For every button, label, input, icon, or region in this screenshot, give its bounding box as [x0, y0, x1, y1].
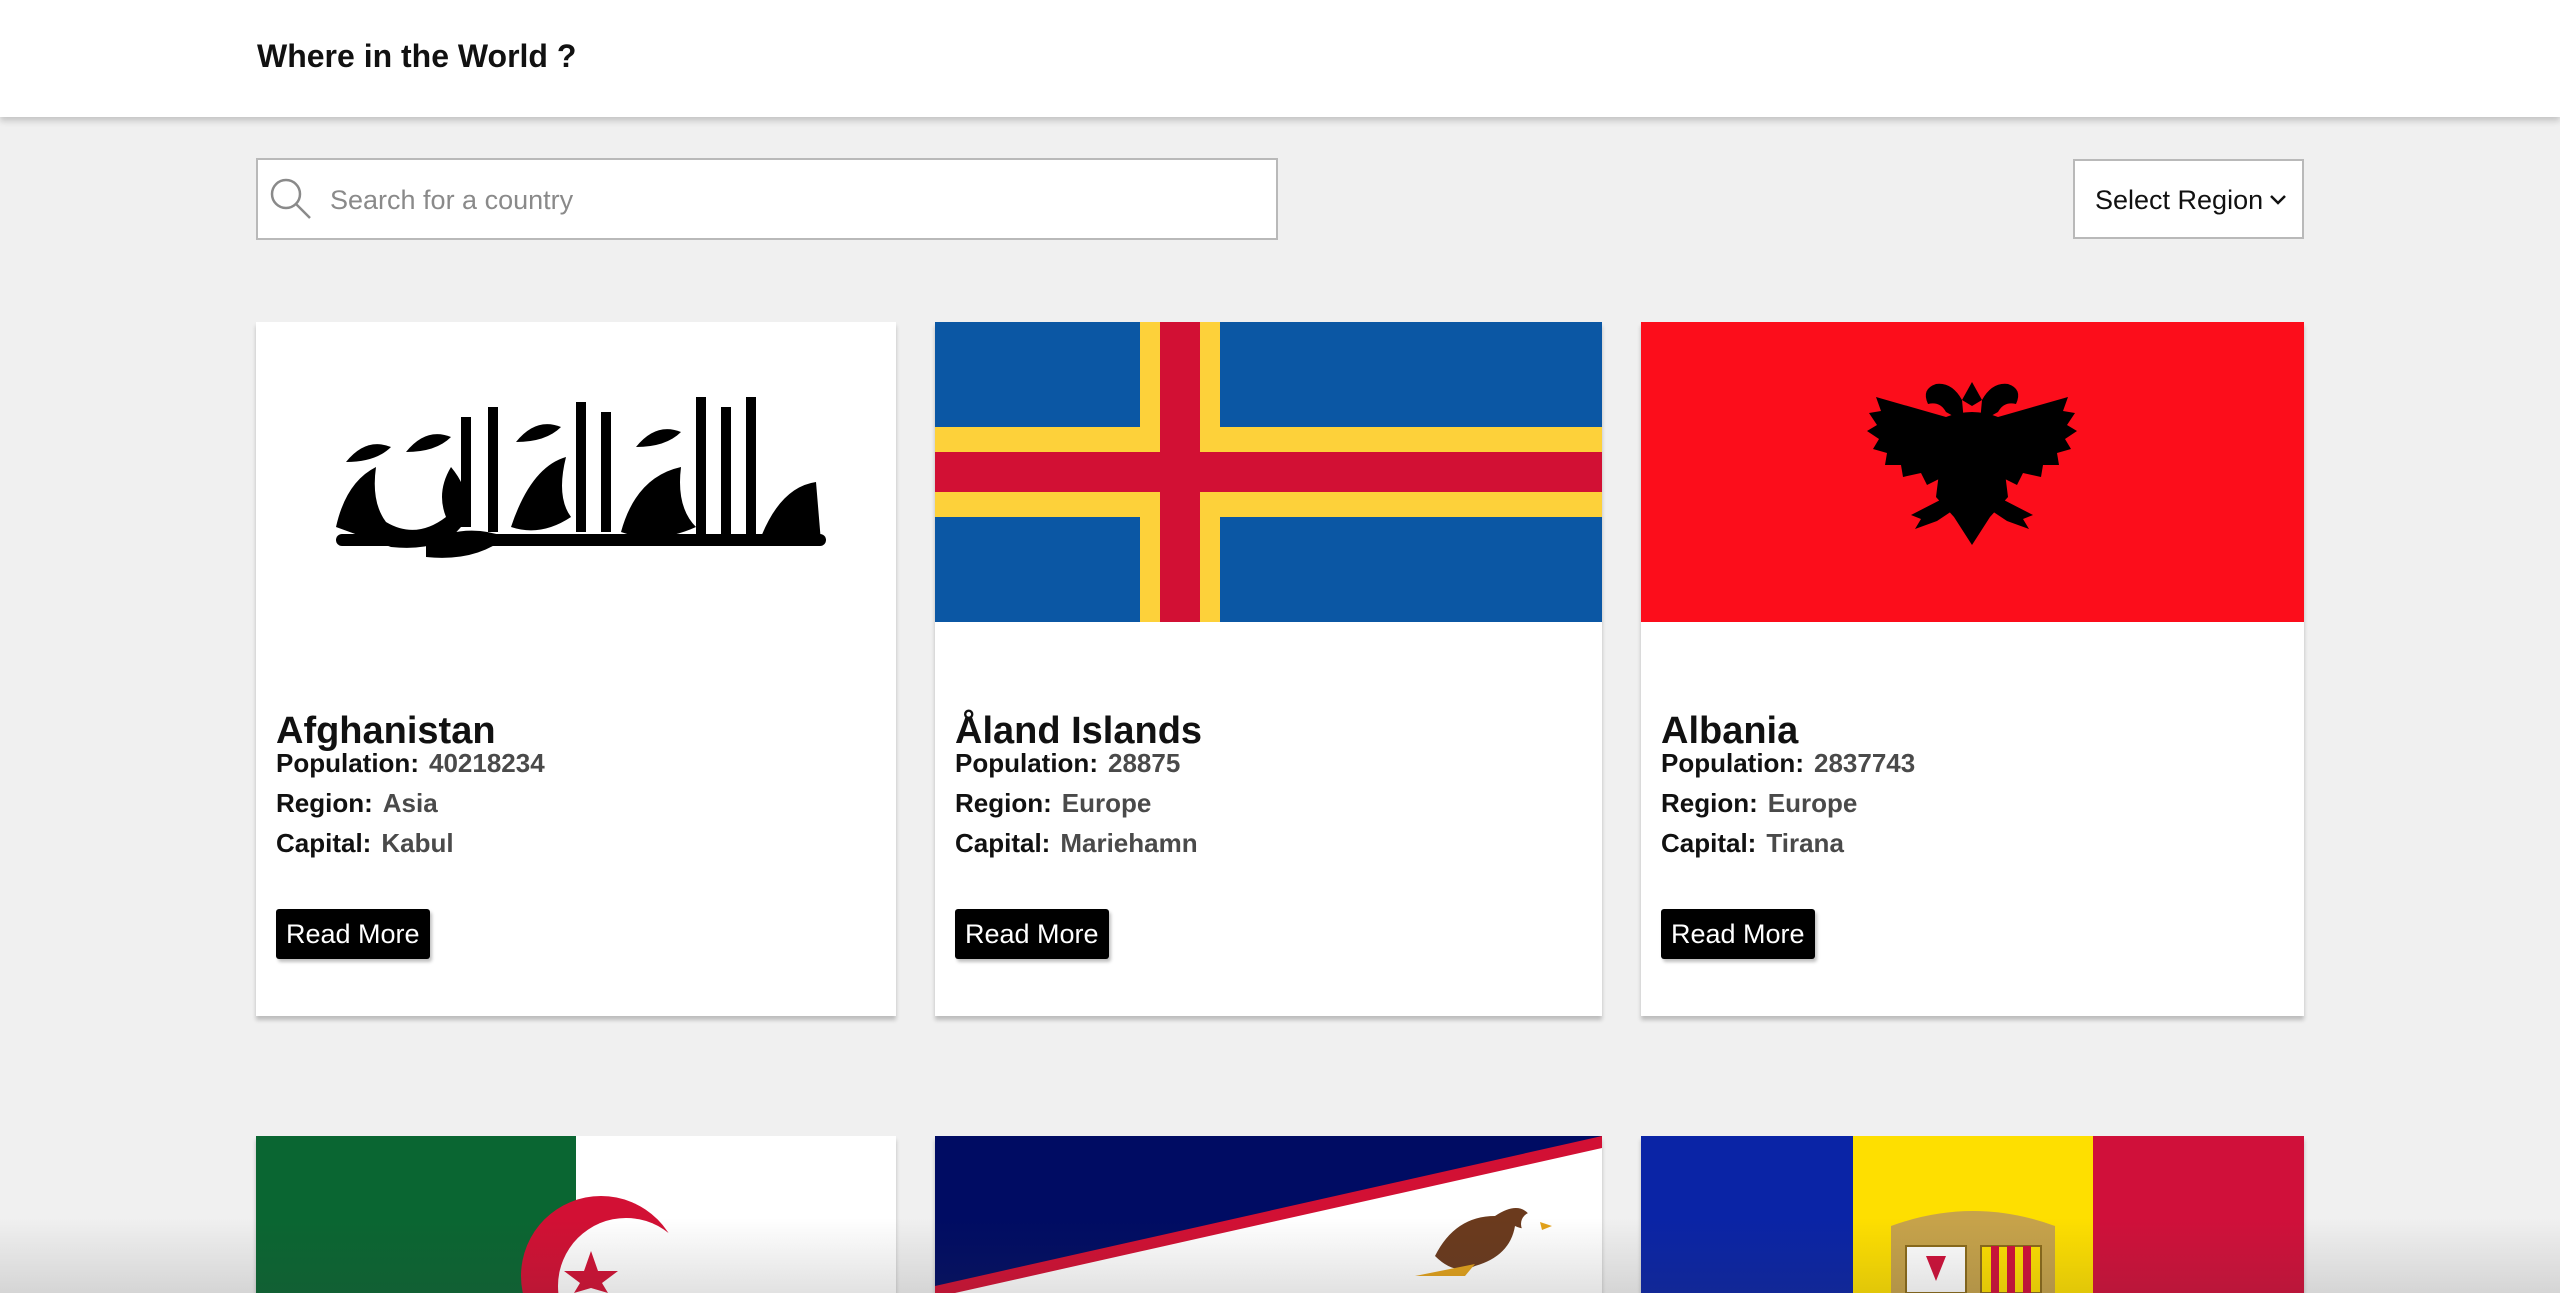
- region-value: Europe: [1061, 788, 1152, 818]
- population-row: Population: 40218234: [276, 748, 545, 779]
- country-card-afghanistan[interactable]: Afghanistan Population: 40218234 Region: A…: [256, 322, 896, 1016]
- population-label: Population:: [955, 748, 1098, 778]
- country-card-aland-islands[interactable]: Åland Islands Population: 28875 Region: Eu…: [935, 322, 1602, 1016]
- flag-andorra: [1641, 1136, 2304, 1293]
- region-select-label: Select Region: [2095, 185, 2264, 215]
- capital-row: Capital: Kabul: [276, 828, 454, 859]
- population-label: Population:: [276, 748, 419, 778]
- flag-aland-islands: [935, 322, 1602, 622]
- region-value: Europe: [1767, 788, 1858, 818]
- flag-afghanistan: [256, 322, 896, 622]
- country-card-american-samoa[interactable]: [935, 1136, 1602, 1293]
- flag-albania: [1641, 322, 2304, 622]
- country-name: Albania: [1661, 710, 1799, 752]
- country-card-albania[interactable]: Albania Population: 2837743 Region: Europe…: [1641, 322, 2304, 1016]
- search-icon: [270, 178, 311, 219]
- flag-algeria: [256, 1136, 896, 1293]
- site-header: Where in the World ?: [0, 0, 2560, 117]
- capital-value: Mariehamn: [1060, 828, 1198, 858]
- region-row: Region: Europe: [1661, 788, 1857, 819]
- capital-label: Capital:: [1661, 828, 1757, 858]
- capital-label: Capital:: [276, 828, 372, 858]
- region-row: Region: Europe: [955, 788, 1151, 819]
- country-card-andorra[interactable]: [1641, 1136, 2304, 1293]
- read-more-button[interactable]: Read More: [1661, 909, 1815, 959]
- population-row: Population: 28875: [955, 748, 1180, 779]
- capital-value: Tirana: [1766, 828, 1844, 858]
- capital-label: Capital:: [955, 828, 1051, 858]
- region-value: Asia: [382, 788, 438, 818]
- shahada-calligraphy-image: [256, 322, 896, 622]
- read-more-button[interactable]: Read More: [276, 909, 430, 959]
- read-more-button[interactable]: Read More: [955, 909, 1109, 959]
- population-value: 40218234: [428, 748, 545, 778]
- flag-american-samoa: [935, 1136, 1602, 1293]
- page-title: Where in the World ?: [257, 38, 577, 74]
- population-value: 28875: [1107, 748, 1181, 778]
- search-box[interactable]: [256, 158, 1278, 240]
- search-input[interactable]: [328, 160, 1262, 240]
- coat-of-arms-icon: [1891, 1211, 2055, 1293]
- region-select[interactable]: Select Region: [2073, 159, 2304, 239]
- capital-value: Kabul: [381, 828, 454, 858]
- population-value: 2837743: [1813, 748, 1916, 778]
- capital-row: Capital: Tirana: [1661, 828, 1844, 859]
- region-label: Region:: [276, 788, 373, 818]
- chevron-down-icon: [2270, 195, 2286, 205]
- country-name: Åland Islands: [955, 710, 1203, 752]
- region-label: Region:: [1661, 788, 1758, 818]
- capital-row: Capital: Mariehamn: [955, 828, 1198, 859]
- region-label: Region:: [955, 788, 1052, 818]
- country-name: Afghanistan: [276, 710, 496, 752]
- population-label: Population:: [1661, 748, 1804, 778]
- region-row: Region: Asia: [276, 788, 438, 819]
- population-row: Population: 2837743: [1661, 748, 1915, 779]
- country-card-algeria[interactable]: [256, 1136, 896, 1293]
